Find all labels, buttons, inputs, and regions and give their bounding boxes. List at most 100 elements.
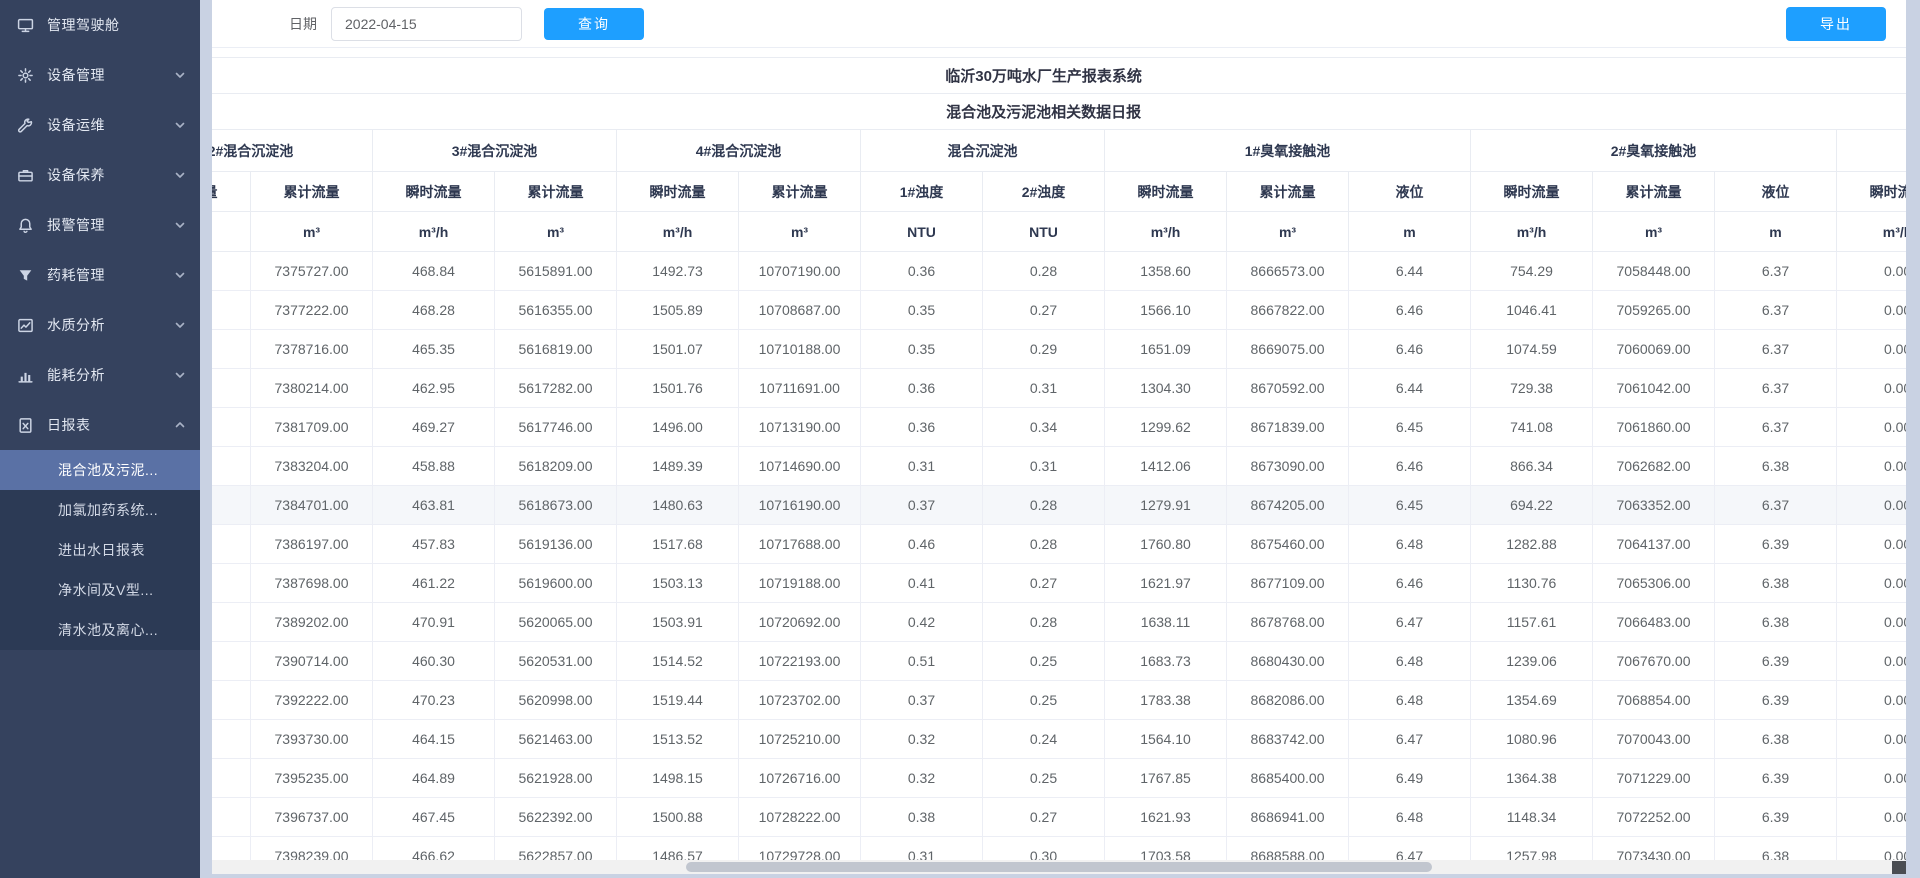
- table-cell: 6.39: [1715, 525, 1837, 564]
- table-row: 临沂30万吨水厂生产报表系统: [212, 58, 1906, 94]
- column-header: 1#浊度: [861, 172, 983, 212]
- unit-header: m³/h: [212, 212, 251, 252]
- table-cell: 7067670.00: [1593, 642, 1715, 681]
- table-cell: 1148.34: [1471, 798, 1593, 837]
- sidebar-item-3[interactable]: 设备保养: [0, 150, 200, 200]
- table-cell: 469.27: [373, 408, 495, 447]
- table-cell: 1074.59: [1471, 330, 1593, 369]
- table-cell: 8666573.00: [1227, 252, 1349, 291]
- table-cell: 0.35: [861, 291, 983, 330]
- table-cell: 8686941.00: [1227, 798, 1349, 837]
- query-button[interactable]: 查询: [544, 8, 644, 40]
- table-cell: 7383204.00: [251, 447, 373, 486]
- table-cell: 6.46: [1349, 447, 1471, 486]
- group-header: 3#混合沉淀池: [373, 130, 617, 172]
- table-cell: 460.30: [373, 642, 495, 681]
- table-cell: 6.39: [1715, 759, 1837, 798]
- table-cell: 6.39: [1715, 681, 1837, 720]
- table-cell: 9: [212, 525, 251, 564]
- table-cell: 1783.38: [1105, 681, 1227, 720]
- table-cell: 7066483.00: [1593, 603, 1715, 642]
- horizontal-scrollbar-track[interactable]: [212, 860, 1906, 874]
- table-cell: 1130.76: [1471, 564, 1593, 603]
- submenu-item-0[interactable]: 混合池及污泥...: [0, 450, 200, 490]
- table-cell: 5617746.00: [495, 408, 617, 447]
- table-cell: 6.45: [1349, 486, 1471, 525]
- table-cell: 6.38: [1715, 603, 1837, 642]
- table-cell: 1621.97: [1105, 564, 1227, 603]
- submenu-item-1[interactable]: 加氯加药系统...: [0, 490, 200, 530]
- table-cell: 1358.60: [1105, 252, 1227, 291]
- table-row: 47390714.00460.305620531.001514.52107221…: [212, 642, 1906, 681]
- table-cell: 0.25: [983, 642, 1105, 681]
- unit-header: m: [1349, 212, 1471, 252]
- table-cell: 1513.52: [617, 720, 739, 759]
- horizontal-scrollbar-thumb[interactable]: [686, 862, 1432, 872]
- table-cell: 6.37: [1715, 252, 1837, 291]
- submenu-item-3[interactable]: 净水间及V型...: [0, 570, 200, 610]
- table-cell: 0.28: [983, 486, 1105, 525]
- sidebar-item-0[interactable]: 管理驾驶舱: [0, 0, 200, 50]
- column-header: 液位: [1349, 172, 1471, 212]
- submenu-item-2[interactable]: 进出水日报表: [0, 530, 200, 570]
- sidebar-item-5[interactable]: 药耗管理: [0, 250, 200, 300]
- table-cell: 0.00: [1837, 369, 1907, 408]
- sidebar-item-label: 设备运维: [47, 115, 174, 135]
- sidebar-item-label: 能耗分析: [47, 365, 174, 385]
- table-cell: 7062682.00: [1593, 447, 1715, 486]
- table-cell: 754.29: [1471, 252, 1593, 291]
- table-cell: 1651.09: [1105, 330, 1227, 369]
- column-header: 2#浊度: [983, 172, 1105, 212]
- table-cell: 6.37: [1715, 486, 1837, 525]
- table-row: 37392222.00470.235620998.001519.44107237…: [212, 681, 1906, 720]
- table-cell: 1505.89: [617, 291, 739, 330]
- column-header: 瞬时流量: [1105, 172, 1227, 212]
- chevron-down-icon: [174, 169, 186, 181]
- table-cell: 5620998.00: [495, 681, 617, 720]
- table-cell: 1157.61: [1471, 603, 1593, 642]
- table-cell: 1: [212, 720, 251, 759]
- table-cell: 470.91: [373, 603, 495, 642]
- group-header: 1#臭氧接触池: [1105, 130, 1471, 172]
- sidebar-item-4[interactable]: 报警管理: [0, 200, 200, 250]
- sidebar-item-7[interactable]: 能耗分析: [0, 350, 200, 400]
- date-label: 日期: [289, 14, 317, 34]
- column-header: 瞬时流量: [1837, 172, 1907, 212]
- sidebar-item-2[interactable]: 设备运维: [0, 100, 200, 150]
- table-cell: 1489.39: [617, 447, 739, 486]
- table-cell: 8682086.00: [1227, 681, 1349, 720]
- table-cell: 7061042.00: [1593, 369, 1715, 408]
- sidebar-item-label: 日报表: [47, 415, 174, 435]
- table-cell: 0.27: [983, 798, 1105, 837]
- table-cell: 7058448.00: [1593, 252, 1715, 291]
- table-cell: 7063352.00: [1593, 486, 1715, 525]
- submenu-item-4[interactable]: 清水池及离心...: [0, 610, 200, 650]
- table-cell: 5622392.00: [495, 798, 617, 837]
- column-header: 瞬时流量: [1471, 172, 1593, 212]
- sidebar-item-8[interactable]: 日报表: [0, 400, 200, 450]
- table-cell: 0.00: [1837, 408, 1907, 447]
- table-cell: 458.88: [373, 447, 495, 486]
- report-subtitle: 混合池及污泥池相关数据日报: [212, 94, 1906, 130]
- table-cell: 5619600.00: [495, 564, 617, 603]
- table-cell: 7064137.00: [1593, 525, 1715, 564]
- table-cell: 8667822.00: [1227, 291, 1349, 330]
- date-input[interactable]: [331, 7, 522, 41]
- table-cell: 0.25: [983, 681, 1105, 720]
- table-cell: 7381709.00: [251, 408, 373, 447]
- table-cell: 6.46: [1349, 291, 1471, 330]
- table-row: 47375727.00468.845615891.001492.73107071…: [212, 252, 1906, 291]
- sidebar-item-6[interactable]: 水质分析: [0, 300, 200, 350]
- table-cell: 10717688.00: [739, 525, 861, 564]
- line-chart-icon: [16, 316, 34, 334]
- chevron-none-icon: [174, 19, 186, 31]
- table-cell: 0.31: [983, 369, 1105, 408]
- column-header: 累计流量: [1227, 172, 1349, 212]
- unit-header: m³: [739, 212, 861, 252]
- table-cell: 1503.91: [617, 603, 739, 642]
- table-cell: 8678768.00: [1227, 603, 1349, 642]
- export-button[interactable]: 导出: [1786, 7, 1886, 41]
- unit-header: m³/h: [1105, 212, 1227, 252]
- table-cell: 7377222.00: [251, 291, 373, 330]
- sidebar-item-1[interactable]: 设备管理: [0, 50, 200, 100]
